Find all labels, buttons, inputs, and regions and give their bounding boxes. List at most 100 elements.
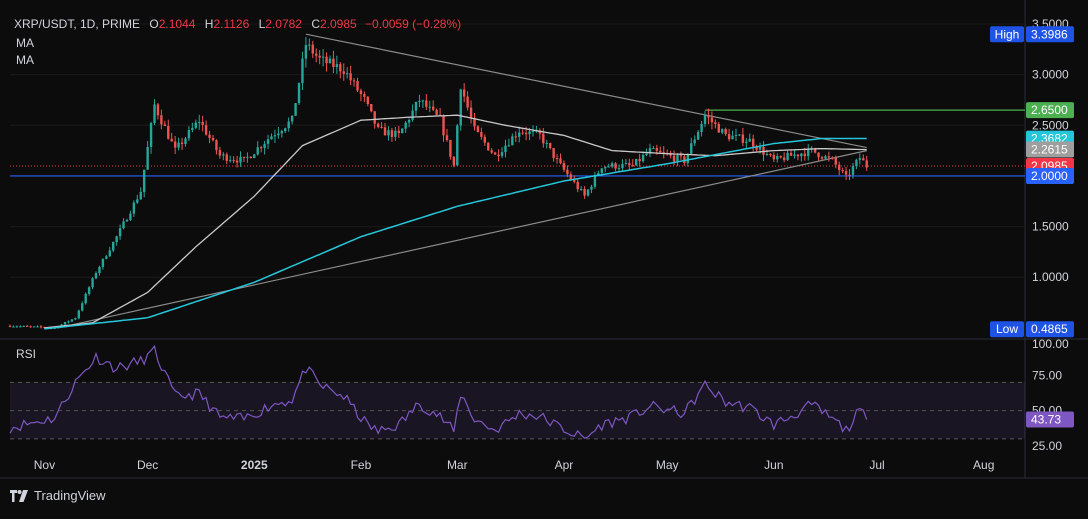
candle-up	[407, 119, 411, 123]
candle-up	[858, 158, 862, 160]
candle-up	[149, 123, 153, 147]
candle-down	[848, 174, 851, 176]
candle-down	[435, 109, 438, 115]
candle-down	[483, 136, 487, 143]
candle-up	[15, 326, 19, 328]
candle-up	[132, 202, 136, 214]
candle-down	[772, 154, 776, 160]
candle-down	[831, 157, 834, 159]
candle-up	[604, 166, 607, 169]
candle-down	[370, 104, 373, 112]
candle-down	[466, 96, 469, 108]
candle-up	[77, 310, 81, 319]
candle-up	[703, 115, 707, 124]
candle-down	[862, 158, 865, 161]
candle-up	[401, 128, 404, 134]
candle-down	[201, 121, 204, 125]
candle-up	[63, 322, 67, 325]
candle-up	[690, 143, 693, 154]
candle-up	[146, 146, 149, 170]
candle-down	[679, 155, 683, 157]
candle-up	[105, 256, 108, 259]
candle-up	[617, 168, 621, 170]
price-tag-value: 0.4865	[1031, 322, 1068, 336]
candle-down	[552, 148, 555, 159]
time-tick-label: Apr	[555, 458, 574, 472]
candle-down	[655, 148, 659, 151]
candle-up	[263, 143, 266, 148]
candle-up	[738, 134, 741, 136]
candle-down	[431, 106, 435, 110]
candle-up	[676, 155, 679, 162]
rsi-label[interactable]: RSI	[16, 347, 36, 361]
low-value: 2.0782	[265, 17, 302, 31]
candle-down	[39, 326, 43, 328]
symbol-header: XRP/USDT, 1D, PRIME O2.1044 H2.1126 L2.0…	[14, 17, 461, 31]
candle-down	[672, 155, 676, 162]
candle-up	[101, 258, 105, 267]
candle-up	[222, 154, 225, 156]
candle-up	[590, 186, 593, 190]
time-tick-label: Mar	[447, 458, 468, 472]
chart-svg[interactable]: 3.50003.00002.50002.00001.50001.0000NovD…	[0, 0, 1088, 514]
candle-down	[211, 137, 215, 141]
ma-slow-label[interactable]: MA	[16, 53, 34, 67]
candle-down	[562, 163, 566, 170]
candle-down	[352, 80, 356, 82]
tradingview-logo-icon	[10, 489, 28, 502]
candle-up	[531, 131, 535, 133]
candle-up	[321, 56, 325, 58]
candle-down	[521, 132, 524, 134]
candle-up	[32, 326, 36, 328]
candle-up	[418, 100, 421, 103]
ma-fast-label[interactable]: MA	[16, 36, 34, 50]
candle-up	[139, 191, 142, 200]
candle-down	[359, 90, 363, 95]
candle-down	[469, 107, 473, 118]
candle-up	[246, 156, 249, 158]
candle-up	[177, 142, 180, 148]
candle-up	[98, 266, 101, 274]
candle-down	[827, 156, 831, 158]
candle-down	[559, 158, 562, 164]
candle-up	[328, 58, 332, 64]
candle-down	[160, 115, 163, 125]
price-tick-label: 3.0000	[1032, 68, 1069, 82]
rsi-tick-label: 25.00	[1032, 439, 1062, 453]
candle-up	[624, 163, 628, 165]
time-tick-label: May	[656, 458, 679, 472]
candle-down	[167, 125, 170, 139]
candle-down	[156, 104, 160, 116]
candle-up	[518, 132, 521, 137]
candle-up	[786, 152, 789, 161]
open-value: 2.1044	[158, 17, 196, 31]
candle-up	[118, 228, 122, 237]
candle-up	[748, 138, 751, 142]
candle-up	[187, 129, 191, 139]
price-tick-label: 1.0000	[1032, 270, 1069, 284]
candle-down	[173, 141, 177, 148]
tradingview-label: TradingView	[34, 488, 106, 503]
candle-up	[800, 153, 803, 157]
tradingview-brand[interactable]: TradingView	[10, 488, 106, 503]
candle-down	[259, 147, 263, 149]
time-tick-label: Feb	[351, 458, 372, 472]
candle-up	[586, 189, 590, 196]
candle-up	[652, 148, 655, 150]
candle-up	[579, 189, 583, 191]
high-value: 2.1126	[213, 17, 250, 31]
candle-up	[129, 213, 132, 220]
candle-up	[500, 152, 504, 157]
symbol-title[interactable]: XRP/USDT, 1D, PRIME	[14, 17, 140, 31]
candle-up	[239, 156, 242, 163]
candle-up	[198, 121, 201, 123]
candle-down	[332, 58, 335, 67]
candle-down	[555, 158, 559, 160]
candle-up	[12, 326, 15, 328]
candle-down	[242, 156, 246, 158]
candle-down	[638, 159, 641, 162]
rsi-value-label: 43.73	[1031, 412, 1061, 426]
candle-down	[789, 152, 793, 156]
candle-down	[614, 163, 617, 169]
candle-down	[318, 55, 321, 58]
